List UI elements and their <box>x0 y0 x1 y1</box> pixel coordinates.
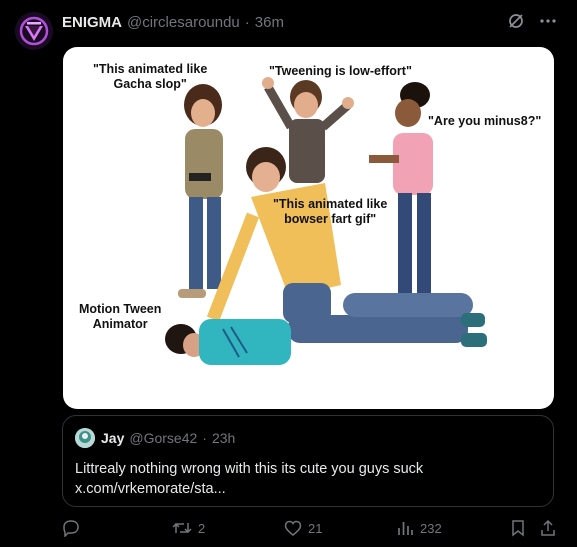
bookmark-button[interactable] <box>510 519 526 537</box>
quoted-time[interactable]: 23h <box>212 430 235 446</box>
post: ENIGMA @circlesaroundu · 36m "This anima… <box>0 0 577 547</box>
action-bar: 2 21 232 <box>62 519 560 539</box>
caption-top-center: "Tweening is low-effort" <box>269 64 412 78</box>
quoted-author-name[interactable]: Jay <box>101 430 124 446</box>
retweet-button[interactable]: 2 <box>172 519 205 537</box>
caption-center-line1: "This animated like <box>273 197 388 211</box>
author-handle[interactable]: @circlesaroundu <box>127 14 240 31</box>
more-icon[interactable] <box>539 12 557 30</box>
quoted-text: Littrealy nothing wrong with this its cu… <box>75 459 423 499</box>
separator: · <box>244 14 250 31</box>
header-icons <box>507 12 557 30</box>
reply-button[interactable] <box>62 519 80 537</box>
views-count: 232 <box>420 520 442 536</box>
views-icon <box>398 522 413 535</box>
like-count: 21 <box>308 520 323 536</box>
enigma-logo-icon <box>15 12 53 50</box>
bookmark-icon <box>512 520 524 537</box>
share-button[interactable] <box>540 519 556 537</box>
retweet-count: 2 <box>198 520 206 536</box>
caption-bottom-left-line1: Motion Tween <box>79 302 162 316</box>
boy-floor-figure <box>165 319 291 365</box>
retweet-icon <box>172 522 192 534</box>
caption-bottom-left-line2: Animator <box>92 317 148 331</box>
quoted-separator: · <box>202 430 207 446</box>
author-avatar[interactable] <box>15 12 53 50</box>
post-header: ENIGMA @circlesaroundu · 36m <box>62 14 284 31</box>
views-button[interactable]: 232 <box>396 519 442 537</box>
boy-yellow-figure <box>206 147 487 347</box>
quoted-author-handle[interactable]: @Gorse42 <box>129 430 197 446</box>
caption-center: "This animated like bowser fart gif" <box>273 197 387 227</box>
girl-left-figure <box>178 84 223 298</box>
meme-image[interactable]: "This animated like Gacha slop" "Tweenin… <box>63 47 554 409</box>
author-name[interactable]: ENIGMA <box>62 14 122 31</box>
meme-illustration <box>165 77 487 365</box>
quoted-avatar-icon <box>75 428 95 448</box>
quoted-author-avatar[interactable] <box>75 428 95 448</box>
like-icon <box>284 520 302 536</box>
caption-top-left: "This animated like Gacha slop" <box>93 62 207 92</box>
reply-icon <box>63 520 79 537</box>
share-icon <box>541 519 555 536</box>
quoted-post[interactable]: Jay @Gorse42 · 23h Littrealy nothing wro… <box>62 415 554 507</box>
caption-top-right: "Are you minus8?" <box>428 114 542 128</box>
caption-bottom-left: Motion Tween Animator <box>79 302 161 332</box>
quoted-text-line1: Littrealy nothing wrong with this its cu… <box>75 461 424 477</box>
caption-top-left-line2: Gacha slop" <box>113 77 187 91</box>
like-button[interactable]: 21 <box>284 519 322 537</box>
grok-icon[interactable] <box>507 12 525 30</box>
quoted-link[interactable]: x.com/vrkemorate/sta... <box>75 479 423 499</box>
caption-center-line2: bowser fart gif" <box>284 212 377 226</box>
quoted-header: Jay @Gorse42 · 23h <box>101 430 235 446</box>
caption-top-left-line1: "This animated like <box>93 62 208 76</box>
post-time[interactable]: 36m <box>255 14 284 31</box>
